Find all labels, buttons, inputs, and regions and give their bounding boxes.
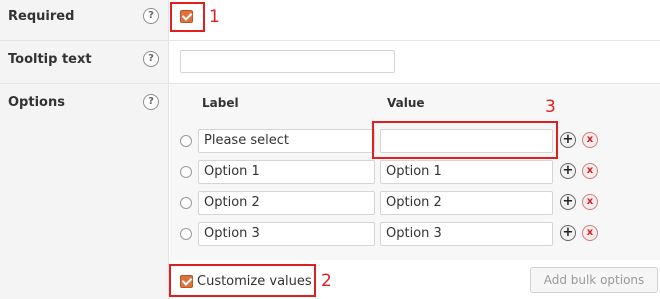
customize-values-label[interactable]: Customize values [197, 274, 312, 289]
add-option-icon[interactable]: + [560, 132, 576, 148]
label-column-header: Label [202, 96, 239, 110]
customize-values-checkbox[interactable] [180, 275, 193, 288]
option-label-input[interactable]: Option 3 [198, 222, 375, 246]
help-icon[interactable]: ? [143, 94, 159, 110]
remove-option-icon[interactable]: x [582, 225, 598, 241]
required-label: Required [8, 9, 75, 24]
tooltip-text-input[interactable] [180, 50, 395, 73]
add-bulk-options-button[interactable]: Add bulk options [530, 267, 658, 293]
required-checkbox[interactable] [180, 10, 193, 23]
value-column-header: Value [387, 96, 425, 110]
help-icon[interactable]: ? [143, 51, 159, 67]
default-option-radio[interactable] [180, 197, 192, 209]
default-option-radio[interactable] [180, 135, 192, 147]
options-label: Options [8, 95, 65, 110]
add-option-icon[interactable]: + [560, 194, 576, 210]
remove-option-icon[interactable]: x [582, 163, 598, 179]
add-option-icon[interactable]: + [560, 225, 576, 241]
default-option-radio[interactable] [180, 228, 192, 240]
default-option-radio[interactable] [180, 166, 192, 178]
option-label-input[interactable]: Option 1 [198, 160, 375, 184]
option-value-input[interactable]: Option 2 [380, 191, 553, 215]
option-value-input[interactable]: Option 1 [380, 160, 553, 184]
help-icon[interactable]: ? [143, 8, 159, 24]
remove-option-icon[interactable]: x [582, 132, 598, 148]
option-label-input[interactable]: Option 2 [198, 191, 375, 215]
option-value-input[interactable] [380, 129, 553, 153]
label-column [0, 0, 169, 299]
option-value-input[interactable]: Option 3 [380, 222, 553, 246]
annotation-number-1: 1 [209, 7, 220, 27]
annotation-number-2: 2 [321, 271, 332, 291]
remove-option-icon[interactable]: x [582, 194, 598, 210]
annotation-number-3: 3 [545, 97, 556, 117]
option-label-input[interactable]: Please select [198, 129, 375, 153]
row-divider [0, 40, 660, 41]
add-option-icon[interactable]: + [560, 163, 576, 179]
tooltip-text-label: Tooltip text [8, 52, 92, 67]
